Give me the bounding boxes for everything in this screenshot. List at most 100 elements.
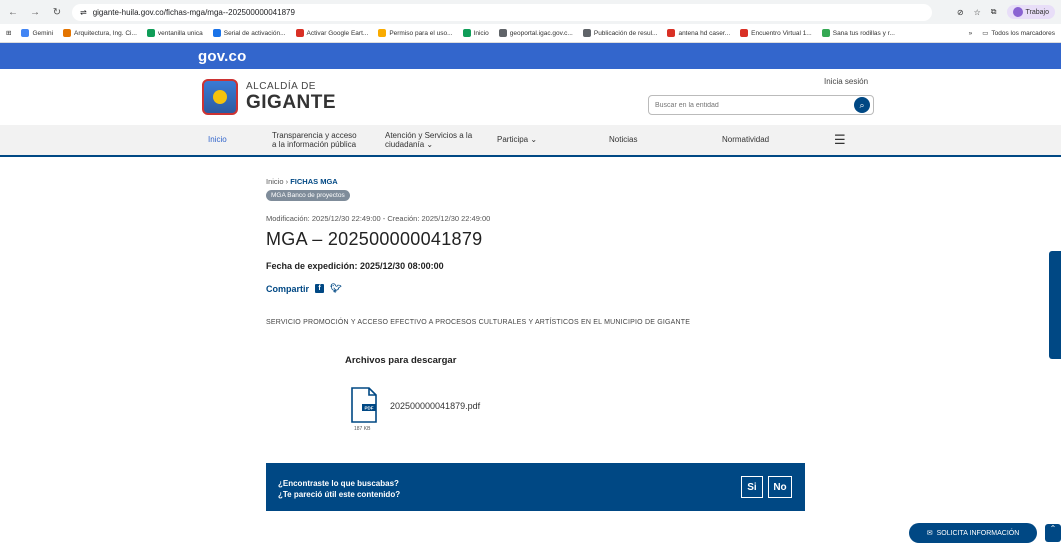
nav-noticias[interactable]: Noticias [609, 125, 637, 155]
share-label: Compartir [266, 283, 310, 294]
site-info-icon[interactable]: ⇌ [80, 8, 87, 17]
bookmark-favicon-icon [63, 29, 72, 37]
bookmark-favicon-icon [462, 29, 471, 37]
alcaldia-logo[interactable]: ALCALDÍA DE GIGANTE [202, 79, 336, 115]
nav-participa[interactable]: Participa ⌄ [497, 125, 537, 155]
bookmark-label: Encuentro Virtual 1... [751, 29, 812, 37]
bookmark-label: Serial de activación... [223, 29, 286, 37]
modification-meta: Modificación: 2025/12/30 22:49:00 - Crea… [266, 214, 491, 223]
nav-participa-label: Participa [497, 135, 529, 145]
hamburger-menu-icon[interactable]: ☰ [834, 125, 846, 155]
bookmark-label: antena hd caser... [678, 29, 731, 37]
nav-inicio[interactable]: Inicio [208, 125, 227, 155]
bookmark-item[interactable]: Arquitectura, Ing. Ci... [63, 29, 137, 37]
breadcrumb: Inicio › FICHAS MGA [266, 177, 338, 186]
browser-toolbar: ← → ↻ ⇌ gigante-huila.gov.co/fichas-mga/… [0, 0, 1061, 24]
all-bookmarks-label: Todos los marcadores [991, 29, 1055, 37]
forward-icon[interactable]: → [28, 7, 42, 18]
bookmark-item[interactable]: Publicación de resul... [582, 29, 658, 37]
gov-logo[interactable]: ɡov.co [198, 48, 246, 65]
bookmark-favicon-icon [498, 29, 507, 37]
bookmark-favicon-icon [146, 29, 155, 37]
nav-transparencia-line1: Transparencia y acceso [272, 130, 357, 140]
avatar [1012, 7, 1023, 17]
bookmark-label: Inicio [473, 29, 489, 37]
url-text: gigante-huila.gov.co/fichas-mga/mga--202… [92, 7, 295, 17]
bookmark-item[interactable]: geoportal.igac.gov.c... [498, 29, 573, 37]
bookmark-favicon-icon [21, 29, 30, 37]
bookmark-item[interactable]: Encuentro Virtual 1... [740, 29, 812, 37]
reload-icon[interactable]: ↻ [50, 7, 64, 18]
chevron-down-icon: ⌄ [426, 140, 434, 149]
star-icon[interactable]: ☆ [974, 8, 981, 17]
bookmark-favicon-icon [821, 29, 830, 37]
chevron-down-icon: ⌄ [530, 135, 538, 145]
nav-atencion-line1: Atención y Servicios a la [385, 130, 473, 140]
scroll-top-icon[interactable]: ⌃ [1045, 524, 1061, 542]
issue-date: Fecha de expedición: 2025/12/30 08:00:00 [266, 261, 444, 271]
bookmark-item[interactable]: Inicio [462, 29, 489, 37]
bookmark-label: Activar Google Eart... [306, 29, 369, 37]
feedback-question-2: ¿Te pareció útil este contenido? [278, 490, 401, 499]
category-badge[interactable]: MGA Banco de proyectos [266, 190, 350, 201]
breadcrumb-current[interactable]: FICHAS MGA [290, 177, 338, 186]
bookmark-label: geoportal.igac.gov.c... [509, 29, 573, 37]
bookmark-label: Arquitectura, Ing. Ci... [74, 29, 137, 37]
bookmark-label: Publicación de resul... [593, 29, 658, 37]
bookmark-favicon-icon [295, 29, 304, 37]
coat-of-arms-icon [202, 79, 238, 115]
nav-normatividad[interactable]: Normatividad [722, 125, 769, 155]
file-size: 187 KB [354, 426, 371, 432]
facebook-icon[interactable]: f [315, 284, 325, 293]
address-bar[interactable]: ⇌ gigante-huila.gov.co/fichas-mga/mga--2… [72, 3, 932, 21]
bookmarks-overflow-icon[interactable]: » [969, 30, 973, 37]
nav-atencion[interactable]: Atención y Servicios a la ciudadanía ⌄ [385, 125, 472, 155]
bookmark-label: Permiso para el uso... [389, 29, 453, 37]
bookmark-item[interactable]: Serial de activación... [212, 29, 286, 37]
bookmark-item[interactable]: ventanilla unica [146, 29, 203, 37]
nav-transparencia[interactable]: Transparencia y acceso a la información p… [272, 125, 357, 155]
profile-label: Trabajo [1025, 8, 1049, 16]
accessibility-side-tab[interactable] [1049, 251, 1061, 359]
downloads-title: Archivos para descargar [345, 355, 457, 366]
file-name-link[interactable]: 202500000041879.pdf [390, 401, 480, 411]
breadcrumb-home[interactable]: Inicio [266, 177, 284, 186]
site-header: ALCALDÍA DE GIGANTE Inicia sesión ⌕ [0, 69, 1061, 125]
profile-button[interactable]: Trabajo [1006, 5, 1055, 19]
message-icon: ✉ [926, 530, 933, 537]
bookmark-label: ventanilla unica [157, 29, 203, 37]
apps-grid-icon[interactable]: ⊞ [6, 29, 11, 37]
no-button[interactable]: No [768, 476, 792, 498]
feedback-panel: ¿Encontraste lo que buscabas? ¿Te pareci… [266, 463, 805, 511]
pdf-file-icon[interactable]: PDF [350, 387, 378, 423]
back-icon[interactable]: ← [6, 7, 20, 18]
search-icon[interactable]: ⌕ [854, 97, 870, 113]
bookmark-favicon-icon [212, 29, 221, 37]
search-input[interactable] [655, 101, 854, 109]
bookmark-favicon-icon [740, 29, 749, 37]
feedback-question-1: ¿Encontraste lo que buscabas? [278, 479, 399, 488]
bookmark-item[interactable]: Gemini [21, 29, 53, 37]
bookmark-favicon-icon [667, 29, 676, 37]
bookmark-item[interactable]: antena hd caser... [667, 29, 730, 37]
logo-small-text: ALCALDÍA DE [246, 80, 316, 92]
extensions-icon[interactable]: ⧉ [991, 7, 997, 17]
all-bookmarks-folder[interactable]: ▭ Todos los marcadores [982, 29, 1055, 38]
share-row: Compartir f 🐦︎ [266, 283, 341, 294]
login-link[interactable]: Inicia sesión [824, 77, 868, 86]
bookmark-favicon-icon [378, 29, 387, 37]
breadcrumb-separator: › [285, 177, 289, 186]
eye-off-icon[interactable]: ⊘ [957, 8, 964, 17]
logo-big-text: GIGANTE [246, 91, 337, 113]
yes-button[interactable]: Si [741, 476, 763, 498]
twitter-icon[interactable]: 🐦︎ [330, 283, 341, 294]
search-box: ⌕ [648, 95, 874, 115]
bookmark-item[interactable]: Activar Google Eart... [295, 29, 369, 37]
bookmark-label: Sana tus rodillas y r... [832, 29, 895, 37]
request-info-button[interactable]: ✉ SOLICITA INFORMACIÓN [909, 523, 1037, 543]
bookmark-item[interactable]: Permiso para el uso... [378, 29, 453, 37]
bookmark-label: Gemini [32, 29, 54, 37]
nav-atencion-line2: ciudadanía [385, 140, 425, 149]
bookmark-item[interactable]: Sana tus rodillas y r... [821, 29, 895, 37]
project-description: SERVICIO PROMOCIÓN Y ACCESO EFECTIVO A P… [266, 319, 691, 326]
